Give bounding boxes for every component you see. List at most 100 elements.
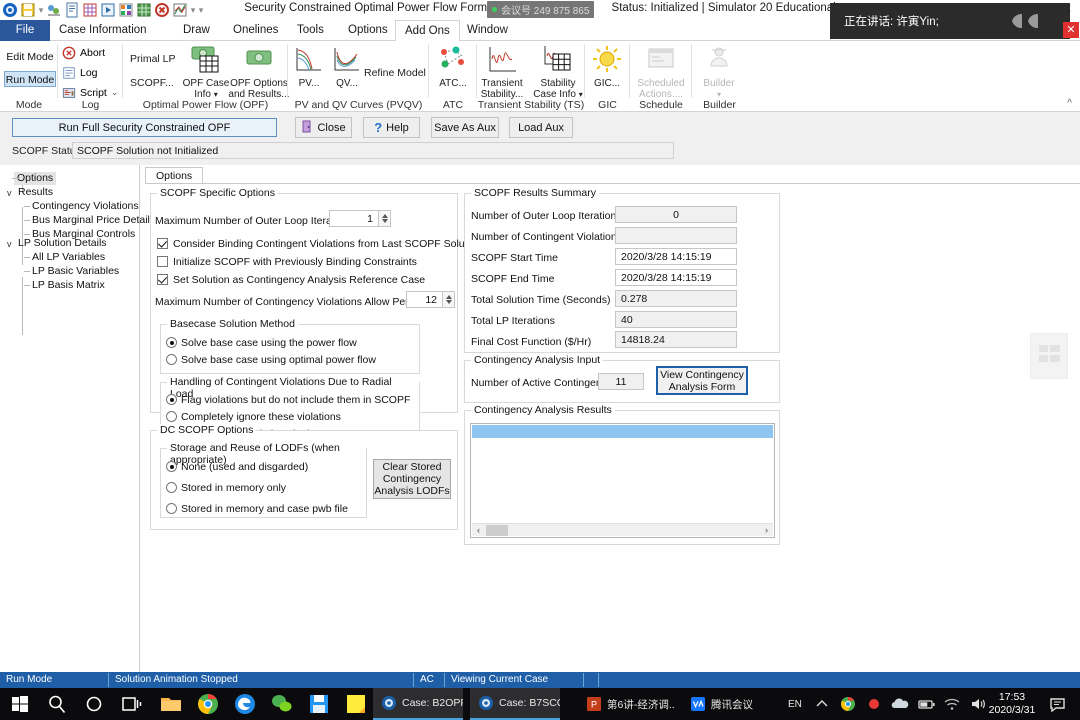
qv-button[interactable]: QV... (328, 44, 366, 89)
contingency-results-list[interactable]: ‹ › (470, 423, 775, 538)
menu-tab-window[interactable]: Window (458, 20, 517, 41)
file-explorer-icon[interactable] (159, 692, 183, 716)
tree-item-lp-basis-matrix[interactable]: LP Basis Matrix (32, 279, 105, 292)
view-contingency-analysis-form-button[interactable]: View Contingency Analysis Form (656, 366, 748, 395)
refine-model-button[interactable]: Refine Model (364, 67, 426, 79)
close-door-icon (301, 120, 313, 136)
run-full-scopf-button[interactable]: Run Full Security Constrained OPF (12, 118, 277, 137)
tree-item-contingency-violations[interactable]: Contingency Violations (32, 200, 139, 213)
menu-tab-tools[interactable]: Tools (288, 20, 333, 41)
tree-line (24, 234, 30, 235)
lodf-memory-file-radio[interactable] (166, 503, 177, 514)
menu-tab-file[interactable]: File (0, 20, 50, 41)
save-as-aux-button[interactable]: Save As Aux (431, 117, 499, 138)
dock-layout-widget[interactable] (1030, 333, 1068, 379)
task-view-icon[interactable] (120, 692, 144, 716)
save-app-icon[interactable] (307, 692, 331, 716)
menu-tab-options[interactable]: Options (339, 20, 397, 41)
taskbar-app-powerpoint[interactable]: P 第6讲-经济调... (578, 688, 674, 720)
chrome-icon[interactable] (196, 692, 220, 716)
radial-ignore-radio[interactable] (166, 411, 177, 422)
lodf-none-radio[interactable] (166, 461, 177, 472)
lodf-memory-label: Stored in memory only (181, 482, 287, 494)
scrollbar-thumb[interactable] (486, 525, 508, 536)
list-item-selected[interactable] (472, 425, 773, 438)
log-button[interactable]: Log (62, 64, 98, 81)
scroll-left-icon[interactable]: ‹ (472, 524, 485, 537)
final-cost-function-value: 14818.24 (615, 331, 737, 348)
meeting-toast-close-button[interactable]: ✕ (1063, 22, 1079, 38)
ime-indicator[interactable]: EN (788, 688, 802, 720)
set-solution-reference-checkbox[interactable] (157, 274, 168, 285)
tab-options[interactable]: Options (145, 167, 204, 184)
menu-tab-case-information[interactable]: Case Information (50, 20, 156, 41)
consider-binding-checkbox[interactable] (157, 238, 168, 249)
tree-item-lp-basic-variables[interactable]: LP Basic Variables (32, 265, 119, 278)
max-outer-loop-input[interactable]: 1 (329, 210, 379, 227)
onedrive-icon[interactable] (890, 692, 910, 716)
start-icon[interactable] (8, 692, 32, 716)
tree-line (22, 207, 23, 265)
notepad-icon[interactable] (344, 692, 368, 716)
tree-line (24, 206, 30, 207)
taskbar-clock[interactable]: 17:53 2020/3/31 (980, 691, 1044, 717)
max-violations-spinner[interactable] (443, 291, 455, 308)
search-icon[interactable] (45, 692, 69, 716)
taskbar-app-tencent-meeting[interactable]: 腾讯会议 (682, 688, 762, 720)
menu-tab-onelines[interactable]: Onelines (224, 20, 287, 41)
builder-button[interactable]: Builder ▾ (691, 44, 747, 100)
scroll-right-icon[interactable]: › (760, 524, 773, 537)
scopf-button[interactable]: SCOPF... (130, 77, 174, 89)
opf-case-info-button[interactable]: OPF Case Info ▾ (178, 44, 234, 100)
horizontal-scrollbar[interactable]: ‹ › (472, 523, 773, 536)
basecase-optimal-power-flow-radio[interactable] (166, 354, 177, 365)
lodf-memory-radio[interactable] (166, 482, 177, 493)
abort-button[interactable]: Abort (62, 44, 105, 61)
edge-icon[interactable] (233, 692, 257, 716)
chevron-down-icon[interactable]: v (7, 239, 12, 249)
battery-icon[interactable] (916, 692, 936, 716)
chrome-tray-icon[interactable] (838, 692, 858, 716)
pv-button[interactable]: PV... (290, 44, 328, 89)
chevron-up-icon[interactable] (812, 692, 832, 716)
basecase-power-flow-radio[interactable] (166, 337, 177, 348)
help-button[interactable]: ? Help (363, 117, 420, 138)
radial-flag-radio[interactable] (166, 394, 177, 405)
scheduled-actions-button[interactable]: Scheduled Actions.... (631, 44, 691, 100)
window-status-text: Status: Initialized | Simulator 20 Educa… (611, 2, 836, 14)
help-button-label: Help (386, 121, 409, 134)
contingent-violations-label: Number of Contingent Violations (471, 231, 622, 243)
transient-stability-button[interactable]: Transient Stability... (473, 44, 531, 100)
notification-icon[interactable] (1048, 692, 1068, 716)
tree-item-options[interactable]: Options (14, 172, 57, 185)
primal-lp-button[interactable]: Primal LP (130, 53, 176, 65)
menu-tab-add-ons[interactable]: Add Ons (395, 20, 460, 42)
wifi-icon[interactable] (942, 692, 962, 716)
chevron-down-icon[interactable]: v (7, 188, 12, 198)
gic-button[interactable]: GIC... (579, 44, 635, 89)
tree-item-lp-solution-details[interactable]: LP Solution Details (18, 237, 107, 250)
opf-options-and-results-button[interactable]: OPF Options and Results... (228, 44, 290, 100)
scopf-results-summary-legend: SCOPF Results Summary (471, 187, 599, 199)
menu-tab-draw[interactable]: Draw (174, 20, 219, 41)
clear-stored-lodfs-button[interactable]: Clear Stored Contingency Analysis LODFs (373, 459, 451, 499)
taskbar-app-b2opf[interactable]: Case: B2OPF.... (373, 688, 463, 720)
outer-loop-iterations-value: 0 (615, 206, 737, 223)
cortana-icon[interactable] (82, 692, 106, 716)
max-violations-input[interactable]: 12 (406, 291, 443, 308)
record-tray-icon[interactable] (864, 692, 884, 716)
script-caret-icon[interactable]: ⌄ (111, 87, 119, 98)
initialize-scopf-checkbox[interactable] (157, 256, 168, 267)
wechat-icon[interactable] (270, 692, 294, 716)
tree-item-bus-marginal-price-details[interactable]: Bus Marginal Price Details (32, 214, 155, 227)
close-button[interactable]: Close (295, 117, 352, 138)
run-mode-button[interactable]: Run Mode (4, 71, 56, 87)
load-aux-button[interactable]: Load Aux (509, 117, 573, 138)
tree-item-all-lp-variables[interactable]: All LP Variables (32, 251, 105, 264)
collapse-ribbon-icon[interactable]: ^ (1067, 98, 1072, 109)
edit-mode-button[interactable]: Edit Mode (4, 48, 56, 64)
max-outer-loop-spinner[interactable] (379, 210, 391, 227)
contingency-analysis-results-group: Contingency Analysis Results ‹ › (464, 404, 780, 545)
taskbar-app-b7sco[interactable]: Case: B7SCO... (470, 688, 560, 720)
tree-item-results[interactable]: Results (18, 186, 53, 199)
